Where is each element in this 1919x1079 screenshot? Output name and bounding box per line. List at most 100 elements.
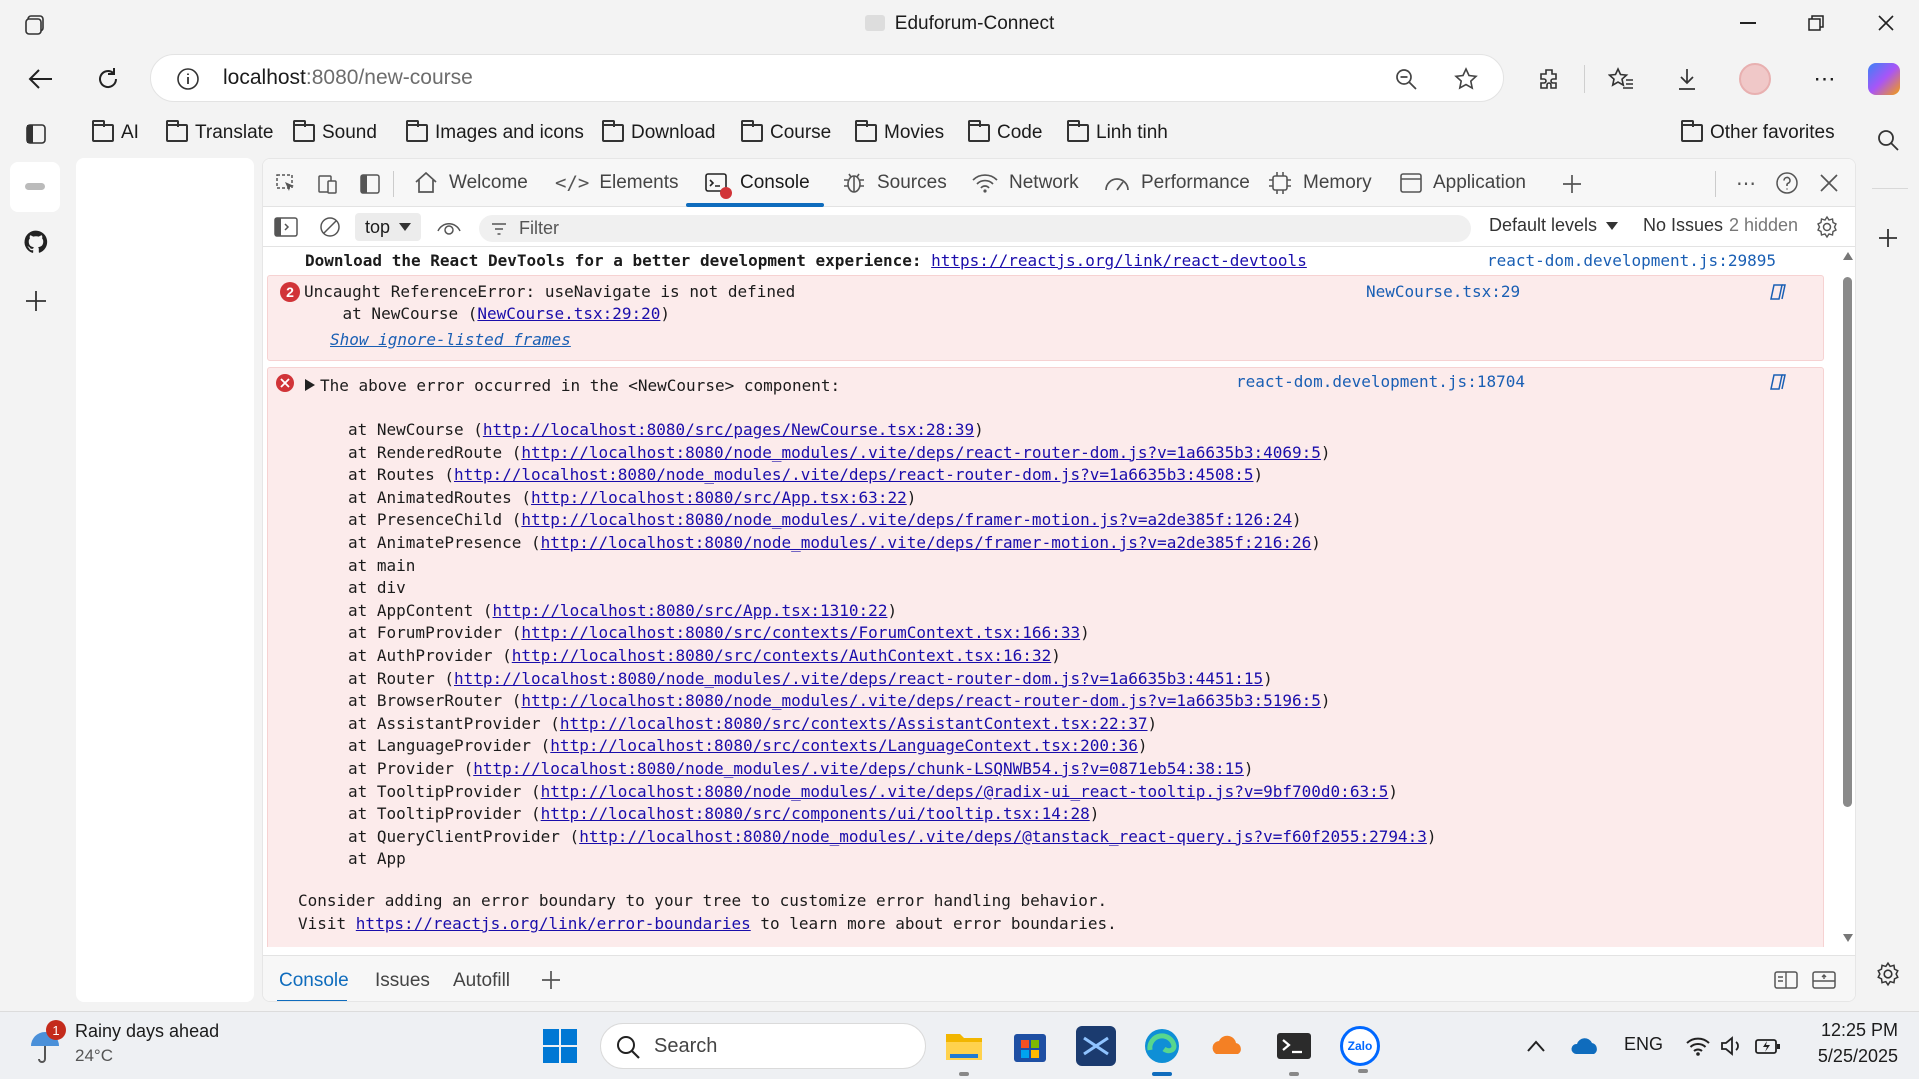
weather-title[interactable]: Rainy days ahead	[75, 1021, 219, 1042]
stack-frame-link[interactable]: http://localhost:8080/node_modules/.vite…	[541, 782, 1389, 801]
more-tools-plus-icon[interactable]	[1559, 171, 1585, 197]
close-window-button[interactable]	[1868, 8, 1904, 38]
show-ignore-listed-frames-link[interactable]: Show ignore-listed frames	[330, 330, 571, 349]
tab-memory[interactable]: Memory	[1267, 159, 1372, 207]
stack-frame-link[interactable]: http://localhost:8080/node_modules/.vite…	[454, 669, 1263, 688]
expand-triangle-icon[interactable]	[304, 378, 316, 392]
favorite-folder-course[interactable]: Course	[741, 118, 831, 148]
drawer-add-tab-icon[interactable]	[539, 968, 563, 992]
stack-frame-link[interactable]: http://localhost:8080/src/contexts/Langu…	[550, 736, 1138, 755]
cloud-app-icon[interactable]	[1208, 1026, 1248, 1066]
dock-drawer-icon[interactable]	[1773, 968, 1799, 992]
tab-performance[interactable]: Performance	[1103, 159, 1250, 207]
sidebar-settings-gear-icon[interactable]	[1872, 958, 1904, 990]
stack-frame-link[interactable]: http://localhost:8080/node_modules/.vite…	[454, 465, 1254, 484]
wifi-status-icon[interactable]	[1684, 1032, 1712, 1060]
volume-icon[interactable]	[1718, 1032, 1746, 1060]
clock-date[interactable]: 5/25/2025	[1798, 1046, 1898, 1067]
drawer-tab-autofill[interactable]: Autofill	[453, 970, 510, 992]
battery-charging-icon[interactable]	[1754, 1032, 1782, 1060]
favorite-star-icon[interactable]	[1452, 65, 1480, 93]
issues-count[interactable]: No Issues	[1643, 215, 1723, 236]
sidebar-search-icon[interactable]	[1872, 124, 1904, 156]
drawer-tab-issues[interactable]: Issues	[375, 970, 430, 992]
tab-network[interactable]: Network	[971, 159, 1079, 207]
stack-frame-link[interactable]: http://localhost:8080/node_modules/.vite…	[541, 533, 1312, 552]
favorite-folder-code[interactable]: Code	[968, 118, 1042, 148]
minimize-drawer-icon[interactable]	[1811, 968, 1837, 992]
tab-elements[interactable]: </> Elements	[555, 159, 679, 207]
stack-frame-link[interactable]: http://localhost:8080/node_modules/.vite…	[521, 443, 1321, 462]
tab-sources[interactable]: Sources	[841, 159, 947, 207]
restore-button[interactable]	[1798, 8, 1834, 38]
microsoft-store-icon[interactable]	[1010, 1026, 1050, 1066]
minimize-button[interactable]	[1730, 8, 1766, 38]
zalo-app-icon[interactable]: Zalo	[1340, 1026, 1380, 1073]
stack-frame-link[interactable]: http://localhost:8080/node_modules/.vite…	[579, 827, 1427, 846]
device-emulation-icon[interactable]	[315, 171, 341, 197]
address-bar[interactable]: localhost:8080/new-course	[150, 54, 1504, 102]
stack-frame-link[interactable]: http://localhost:8080/src/App.tsx:1310:2…	[493, 601, 888, 620]
drawer-tab-console[interactable]: Console	[279, 970, 349, 992]
show-hidden-icons-chevron-up-icon[interactable]	[1522, 1032, 1550, 1060]
stack-frame-link[interactable]: http://localhost:8080/src/App.tsx:63:22	[531, 488, 907, 507]
favorite-folder-linh-tinh[interactable]: Linh tinh	[1067, 118, 1168, 148]
error-boundaries-link[interactable]: https://reactjs.org/link/error-boundarie…	[356, 914, 751, 933]
stack-frame-link[interactable]: http://localhost:8080/src/contexts/Assis…	[560, 714, 1148, 733]
console-settings-gear-icon[interactable]	[1813, 213, 1841, 241]
favorites-icon[interactable]	[1604, 62, 1638, 96]
scroll-up-icon[interactable]	[1842, 251, 1854, 261]
sidebar-add-icon[interactable]	[1872, 222, 1904, 254]
toggle-sidebar-icon[interactable]	[357, 171, 383, 197]
close-devtools-icon[interactable]	[1815, 169, 1843, 197]
favorite-folder-sound[interactable]: Sound	[293, 118, 377, 148]
vertical-tabs-icon[interactable]	[22, 120, 50, 148]
context-selector[interactable]: top	[355, 213, 421, 241]
favorite-folder-download[interactable]: Download	[602, 118, 716, 148]
stack-frame-link[interactable]: http://localhost:8080/src/pages/NewCours…	[483, 420, 974, 439]
profile-avatar[interactable]	[1739, 63, 1771, 95]
devtools-more-icon[interactable]: ⋯	[1731, 169, 1761, 197]
copilot-icon[interactable]	[1868, 63, 1900, 95]
terminal-icon[interactable]	[1274, 1026, 1314, 1076]
stack-frame-link[interactable]: http://localhost:8080/node_modules/.vite…	[521, 510, 1292, 529]
language-indicator[interactable]: ENG	[1624, 1034, 1663, 1055]
stack-frame-link[interactable]: http://localhost:8080/node_modules/.vite…	[521, 691, 1321, 710]
favorite-folder-ai[interactable]: AI	[92, 118, 139, 148]
stack-frame-link[interactable]: http://localhost:8080/src/contexts/AuthC…	[512, 646, 1051, 665]
stack-frame-link[interactable]: http://localhost:8080/src/components/ui/…	[541, 804, 1090, 823]
tab-welcome[interactable]: Welcome	[413, 159, 528, 207]
downloads-icon[interactable]	[1670, 62, 1704, 96]
tab-console[interactable]: Console	[704, 159, 810, 207]
github-icon[interactable]	[20, 226, 52, 258]
error-2-source-link[interactable]: react-dom.development.js:18704	[1236, 372, 1525, 391]
error-1-source-link[interactable]: NewCourse.tsx:29	[1366, 282, 1520, 301]
show-console-sidebar-icon[interactable]	[273, 215, 299, 239]
error-1-at-link[interactable]: NewCourse.tsx:29:20	[477, 304, 660, 323]
url-text[interactable]: localhost:8080/new-course	[223, 66, 473, 90]
onedrive-cloud-icon[interactable]	[1568, 1032, 1602, 1060]
log-levels-dropdown[interactable]: Default levels	[1489, 215, 1619, 236]
extensions-icon[interactable]	[1532, 62, 1566, 96]
taskbar-search[interactable]: Search	[600, 1023, 926, 1069]
info-source-link[interactable]: react-dom.development.js:29895	[1487, 251, 1776, 270]
favorite-folder-movies[interactable]: Movies	[855, 118, 944, 148]
site-info-icon[interactable]	[175, 66, 201, 92]
react-devtools-link[interactable]: https://reactjs.org/link/react-devtools	[931, 251, 1307, 270]
favorite-folder-images-and-icons[interactable]: Images and icons	[406, 118, 584, 148]
edge-browser-icon[interactable]	[1142, 1026, 1182, 1076]
copilot-explain-icon[interactable]	[1768, 282, 1788, 302]
favorite-folder-translate[interactable]: Translate	[166, 118, 274, 148]
other-favorites-folder[interactable]: Other favorites	[1681, 118, 1835, 148]
help-icon[interactable]	[1773, 169, 1801, 197]
stack-frame-link[interactable]: http://localhost:8080/node_modules/.vite…	[473, 759, 1244, 778]
scroll-down-icon[interactable]	[1842, 933, 1854, 943]
file-explorer-icon[interactable]	[944, 1026, 984, 1076]
console-scrollbar[interactable]	[1839, 247, 1855, 947]
filter-input[interactable]: Filter	[479, 215, 1471, 242]
live-expression-eye-icon[interactable]	[435, 215, 463, 239]
settings-more-icon[interactable]: ⋯	[1808, 62, 1842, 96]
scrollbar-thumb[interactable]	[1843, 277, 1852, 807]
vscode-like-icon[interactable]	[1076, 1026, 1116, 1066]
weather-widget[interactable]: 1	[28, 1020, 66, 1066]
